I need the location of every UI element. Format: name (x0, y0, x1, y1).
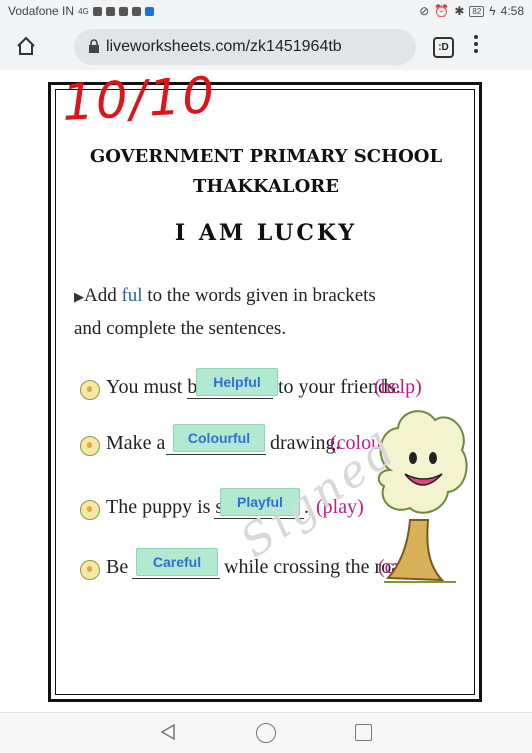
school-location: THAKKALORE (193, 176, 339, 197)
bluetooth-icon: ✱ (454, 4, 465, 18)
home-icon[interactable] (16, 36, 36, 56)
item-prefix: The puppy is so (106, 496, 234, 518)
signal-label: 4G (78, 6, 89, 16)
clock-time: 4:58 (500, 4, 524, 18)
message-notification-icon (118, 6, 128, 16)
item-prefix: Make a (106, 432, 166, 454)
item-prefix: Be (106, 556, 129, 578)
home-nav-icon[interactable] (256, 723, 276, 743)
video-notification-icon (105, 6, 115, 16)
back-icon[interactable] (160, 723, 176, 741)
instruction: ▶Add ful to the words given in brackets … (74, 280, 384, 345)
school-heading: GOVERNMENT PRIMARY SCHOOL THAKKALORE (0, 142, 532, 202)
signal-icon (92, 6, 102, 16)
more-menu-icon[interactable] (473, 35, 479, 56)
answer-field[interactable]: Colourful (173, 424, 265, 452)
answer-field[interactable]: Careful (136, 548, 218, 576)
tab-switcher-button[interactable]: :D (433, 37, 454, 58)
bracket-word: (help) (374, 376, 422, 398)
exercise-item: Be Careful while crossing the road. (car… (80, 548, 425, 586)
flower-bullet-icon (80, 380, 100, 400)
school-name: GOVERNMENT PRIMARY SCHOOL (89, 146, 443, 167)
charging-icon: ϟ (489, 4, 496, 18)
item-prefix: You must be (106, 376, 207, 398)
blank-line (132, 578, 220, 579)
recent-apps-icon[interactable] (355, 724, 372, 741)
status-bar: Vodafone IN 4G ⊘ ⏰ ✱ 82 ϟ 4:58 (0, 0, 532, 24)
system-nav-bar (0, 712, 532, 753)
blank-line (187, 398, 273, 399)
flower-bullet-icon (80, 436, 100, 456)
carrier-label: Vodafone IN (8, 4, 75, 18)
lock-icon (89, 39, 99, 53)
app-notification-icon (144, 6, 154, 16)
address-bar[interactable]: liveworksheets.com/zk1451964tb (74, 29, 416, 65)
url-text: liveworksheets.com/zk1451964tb (106, 38, 342, 55)
dnd-icon: ⊘ (419, 4, 430, 18)
answer-field[interactable]: Helpful (196, 368, 278, 396)
smiling-tree-illustration (377, 410, 468, 583)
flower-bullet-icon (80, 500, 100, 520)
instruction-highlight: ful (121, 285, 143, 306)
image-notification-icon (131, 6, 141, 16)
exercise-item: You must be Helpful to your friends. (he… (80, 368, 422, 406)
battery-icon: 82 (469, 5, 485, 17)
flower-bullet-icon (80, 560, 100, 580)
browser-toolbar: liveworksheets.com/zk1451964tb :D (0, 24, 532, 70)
bullet-arrow-icon: ▶ (74, 289, 84, 304)
alarm-icon: ⏰ (434, 4, 450, 18)
blank-line (166, 454, 266, 455)
score-mark: 10/10 (60, 66, 218, 132)
instruction-part1: Add (84, 285, 122, 306)
lesson-title: I AM LUCKY (174, 220, 358, 246)
